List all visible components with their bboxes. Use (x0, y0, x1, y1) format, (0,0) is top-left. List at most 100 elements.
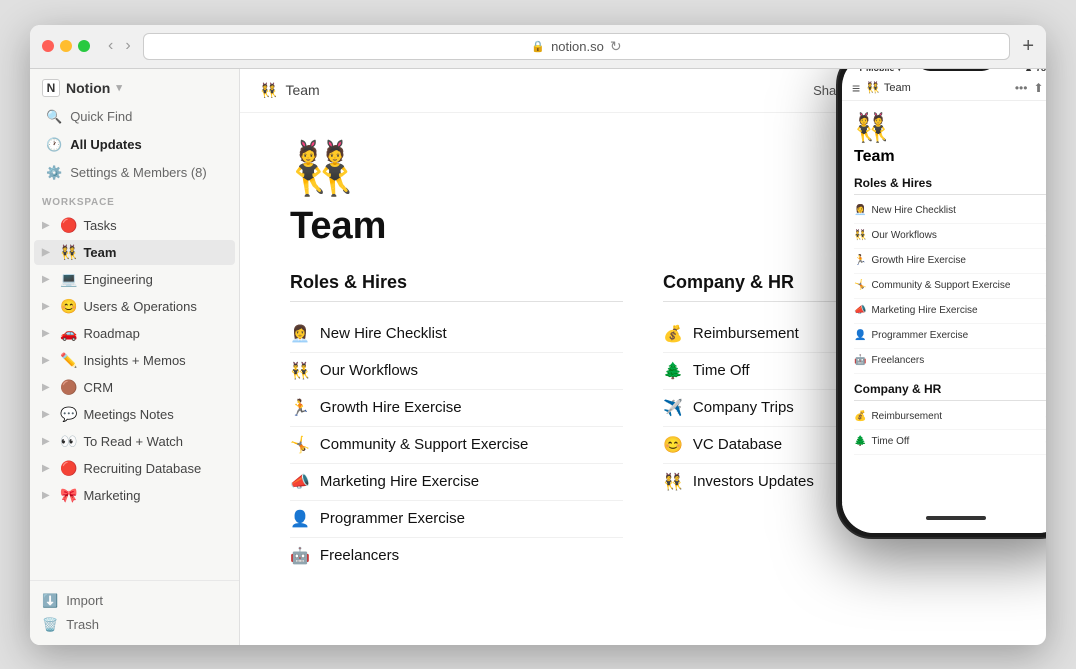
sidebar-item-quick-find[interactable]: 🔍 Quick Find (34, 104, 235, 130)
trash-label: Trash (66, 617, 99, 632)
phone-battery: 78% (1036, 69, 1046, 74)
phone-item-dots[interactable]: ••• (1045, 410, 1046, 424)
item-label: Reimbursement (693, 325, 799, 342)
phone-item-label: Community & Support Exercise (871, 280, 1010, 291)
phone-share-icon[interactable]: ⬆ (1033, 81, 1043, 95)
list-item[interactable]: 🤖 Freelancers (290, 538, 623, 574)
roles-hires-section: Roles & Hires 👩‍💼 New Hire Checklist 👯‍♂… (290, 272, 623, 615)
phone-list-item[interactable]: 📣 Marketing Hire Exercise ••• (854, 299, 1046, 324)
phone-item-left: 📣 Marketing Hire Exercise (854, 305, 978, 316)
item-emoji: 🏃 (290, 398, 310, 418)
arrow-icon: ▶ (42, 328, 54, 339)
read-watch-label: To Read + Watch (83, 434, 227, 449)
list-item[interactable]: 🤸 Community & Support Exercise (290, 427, 623, 464)
phone-item-label: Marketing Hire Exercise (871, 305, 977, 316)
phone-item-emoji: 🤸 (854, 280, 866, 291)
phone-list-item[interactable]: 👤 Programmer Exercise ••• (854, 324, 1046, 349)
phone-item-dots[interactable]: ••• (1045, 354, 1046, 368)
list-item[interactable]: 👩‍💼 New Hire Checklist (290, 316, 623, 353)
item-label: Time Off (693, 362, 750, 379)
forward-button[interactable]: › (121, 35, 134, 57)
phone-item-dots[interactable]: ••• (1045, 435, 1046, 449)
phone-list-item[interactable]: 👯‍♂️ Our Workflows ••• (854, 224, 1046, 249)
list-item[interactable]: 👤 Programmer Exercise (290, 501, 623, 538)
refresh-button[interactable]: ↻ (610, 38, 622, 55)
sidebar-item-roadmap[interactable]: ▶ 🚗 Roadmap (34, 321, 235, 346)
sidebar-item-engineering[interactable]: ▶ 💻 Engineering (34, 267, 235, 292)
hamburger-icon[interactable]: ≡ (852, 80, 860, 96)
browser-window: ‹ › 🔒 notion.so ↻ + N Notion ▾ 🔍 Quick F… (30, 25, 1046, 645)
phone-list-item[interactable]: 🤖 Freelancers ••• (854, 349, 1046, 374)
phone-item-label: Freelancers (871, 355, 924, 366)
list-item[interactable]: 🏃 Growth Hire Exercise (290, 390, 623, 427)
phone-item-dots[interactable]: ••• (1045, 254, 1046, 268)
phone-item-label: Reimbursement (871, 411, 942, 422)
sidebar-item-crm[interactable]: ▶ 🟤 CRM (34, 375, 235, 400)
meetings-emoji: 💬 (60, 406, 77, 423)
sidebar-item-all-updates[interactable]: 🕐 All Updates (34, 132, 235, 158)
phone-list-item[interactable]: 🤸 Community & Support Exercise ••• (854, 274, 1046, 299)
phone-list-item[interactable]: 💰 Reimbursement ••• (854, 405, 1046, 430)
arrow-icon: ▶ (42, 301, 54, 312)
sidebar-item-to-read-watch[interactable]: ▶ 👀 To Read + Watch (34, 429, 235, 454)
sidebar-item-insights-memos[interactable]: ▶ ✏️ Insights + Memos (34, 348, 235, 373)
item-emoji: 🤸 (290, 435, 310, 455)
import-label: Import (66, 593, 103, 608)
sidebar-item-tasks[interactable]: ▶ 🔴 Tasks (34, 213, 235, 238)
phone-roles-hires-title: Roles & Hires (854, 176, 1046, 195)
sidebar-item-meetings[interactable]: ▶ 💬 Meetings Notes (34, 402, 235, 427)
phone-list-item[interactable]: 👩‍💼 New Hire Checklist ••• (854, 199, 1046, 224)
url-text: notion.so (551, 39, 604, 54)
tasks-label: Tasks (83, 218, 227, 233)
phone-item-left: 👩‍💼 New Hire Checklist (854, 205, 956, 216)
close-button[interactable] (42, 40, 54, 52)
sidebar-item-trash[interactable]: 🗑️ Trash (42, 613, 227, 637)
workspace-label: Notion (66, 80, 110, 96)
sidebar-item-marketing[interactable]: ▶ 🎀 Marketing (34, 483, 235, 508)
phone-item-dots[interactable]: ••• (1045, 279, 1046, 293)
sidebar-item-import[interactable]: ⬇️ Import (42, 589, 227, 613)
phone-status-right: ▲ 78% (1024, 69, 1046, 74)
lock-icon: 🔒 (531, 40, 545, 53)
workspace-chevron-icon: ▾ (116, 81, 122, 94)
phone-notch (916, 69, 996, 71)
maximize-button[interactable] (78, 40, 90, 52)
phone-dots-icon[interactable]: ••• (1015, 81, 1028, 95)
phone-list-item[interactable]: 🏃 Growth Hire Exercise ••• (854, 249, 1046, 274)
sidebar-item-settings[interactable]: ⚙️ Settings & Members (8) (34, 160, 235, 186)
page-title-bar: 👯 Team (260, 82, 320, 99)
notion-logo: N (42, 79, 60, 97)
back-button[interactable]: ‹ (104, 35, 117, 57)
phone-list-item[interactable]: 🌲 Time Off ••• (854, 430, 1046, 455)
list-item[interactable]: 📣 Marketing Hire Exercise (290, 464, 623, 501)
new-tab-button[interactable]: + (1022, 35, 1034, 58)
sidebar-item-team[interactable]: ▶ 👯 Team (34, 240, 235, 265)
team-emoji: 👯 (60, 244, 77, 261)
phone-item-left: 🌲 Time Off (854, 436, 909, 447)
workspace-name[interactable]: N Notion ▾ (42, 79, 122, 97)
roadmap-emoji: 🚗 (60, 325, 77, 342)
arrow-icon: ▶ (42, 247, 54, 258)
address-bar[interactable]: 🔒 notion.so ↻ (143, 33, 1011, 60)
phone-item-left: 👤 Programmer Exercise (854, 330, 968, 341)
arrow-icon: ▶ (42, 490, 54, 501)
minimize-button[interactable] (60, 40, 72, 52)
quick-find-label: Quick Find (70, 109, 132, 124)
main-content: 👯 Team Share Updates Favorite ••• 👯 Team (240, 69, 1046, 645)
read-watch-emoji: 👀 (60, 433, 77, 450)
item-emoji: 🤖 (290, 546, 310, 566)
phone-page-emoji: 👯 (854, 111, 1046, 144)
item-label: Freelancers (320, 547, 399, 564)
phone-item-dots[interactable]: ••• (1045, 304, 1046, 318)
phone-item-dots[interactable]: ••• (1045, 204, 1046, 218)
phone-mockup: T-Mobile ▾ 4:40 PM ▲ 78% ≡ 👯 Team (836, 69, 1046, 539)
phone-content: 👯 Team Roles & Hires 👩‍💼 New Hire Checkl… (842, 101, 1046, 503)
sidebar-item-users-operations[interactable]: ▶ 😊 Users & Operations (34, 294, 235, 319)
phone-item-label: New Hire Checklist (871, 205, 955, 216)
phone-item-dots[interactable]: ••• (1045, 329, 1046, 343)
list-item[interactable]: 👯‍♂️ Our Workflows (290, 353, 623, 390)
phone-page-title: 👯 Team (866, 81, 1009, 94)
sidebar-item-recruiting[interactable]: ▶ 🔴 Recruiting Database (34, 456, 235, 481)
phone-item-emoji: 👩‍💼 (854, 205, 866, 216)
phone-item-dots[interactable]: ••• (1045, 229, 1046, 243)
